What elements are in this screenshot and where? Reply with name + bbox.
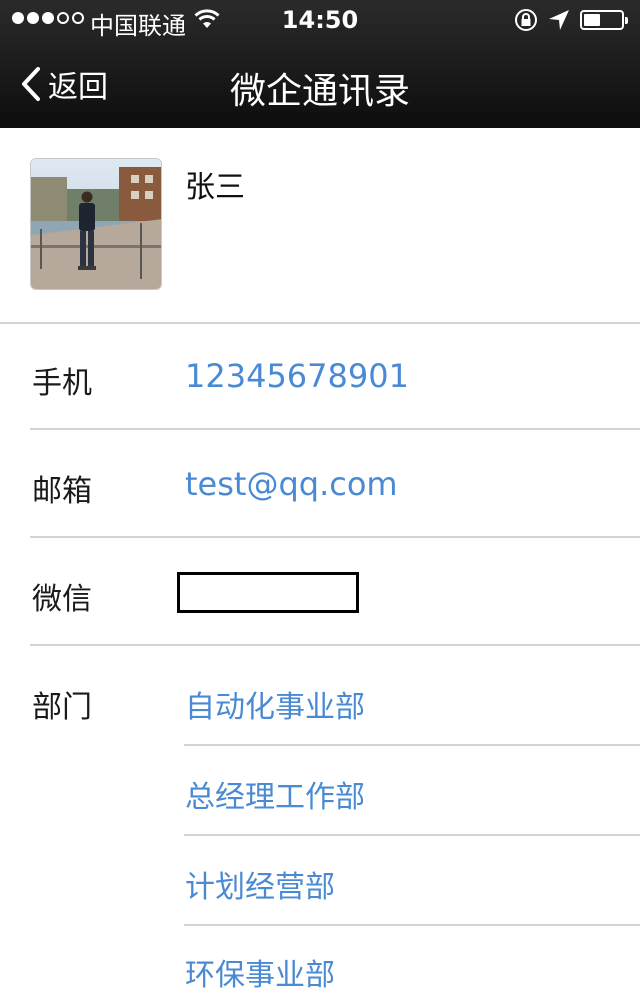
department-item[interactable]: 总经理工作部 [185,772,365,816]
page-title: 微企通讯录 [229,71,410,112]
divider [184,834,640,836]
divider [30,428,640,430]
divider [184,924,640,926]
battery-icon [580,10,628,30]
rotation-lock-icon [515,9,537,31]
department-item[interactable]: 自动化事业部 [185,682,365,726]
battery-cap [625,17,628,24]
status-bar: 中国联通 14:50 [0,0,640,40]
phone-label: 手机 [32,366,92,401]
divider [30,536,640,538]
avatar-photo [31,159,161,289]
department-item[interactable]: 环保事业部 [185,950,335,994]
divider [30,644,640,646]
divider [0,322,640,324]
email-label: 邮箱 [32,474,92,509]
phone-number-link[interactable]: 12345678901 [185,357,409,395]
divider [184,744,640,746]
wechat-label: 微信 [32,582,92,617]
profile-header: 张三 [0,128,640,323]
department-item[interactable]: 计划经营部 [185,862,335,906]
navigation-bar: 返回 微企通讯录 [0,40,640,128]
battery-level [584,14,600,26]
location-arrow-icon [549,10,569,30]
contact-name: 张三 [185,170,245,205]
department-label: 部门 [32,690,92,725]
email-link[interactable]: test@qq.com [185,465,398,503]
avatar[interactable] [30,158,162,290]
top-bar: 中国联通 14:50 返回 微企通讯录 [0,0,640,128]
clock: 14:50 [281,6,359,34]
wechat-id-redacted [177,572,359,613]
